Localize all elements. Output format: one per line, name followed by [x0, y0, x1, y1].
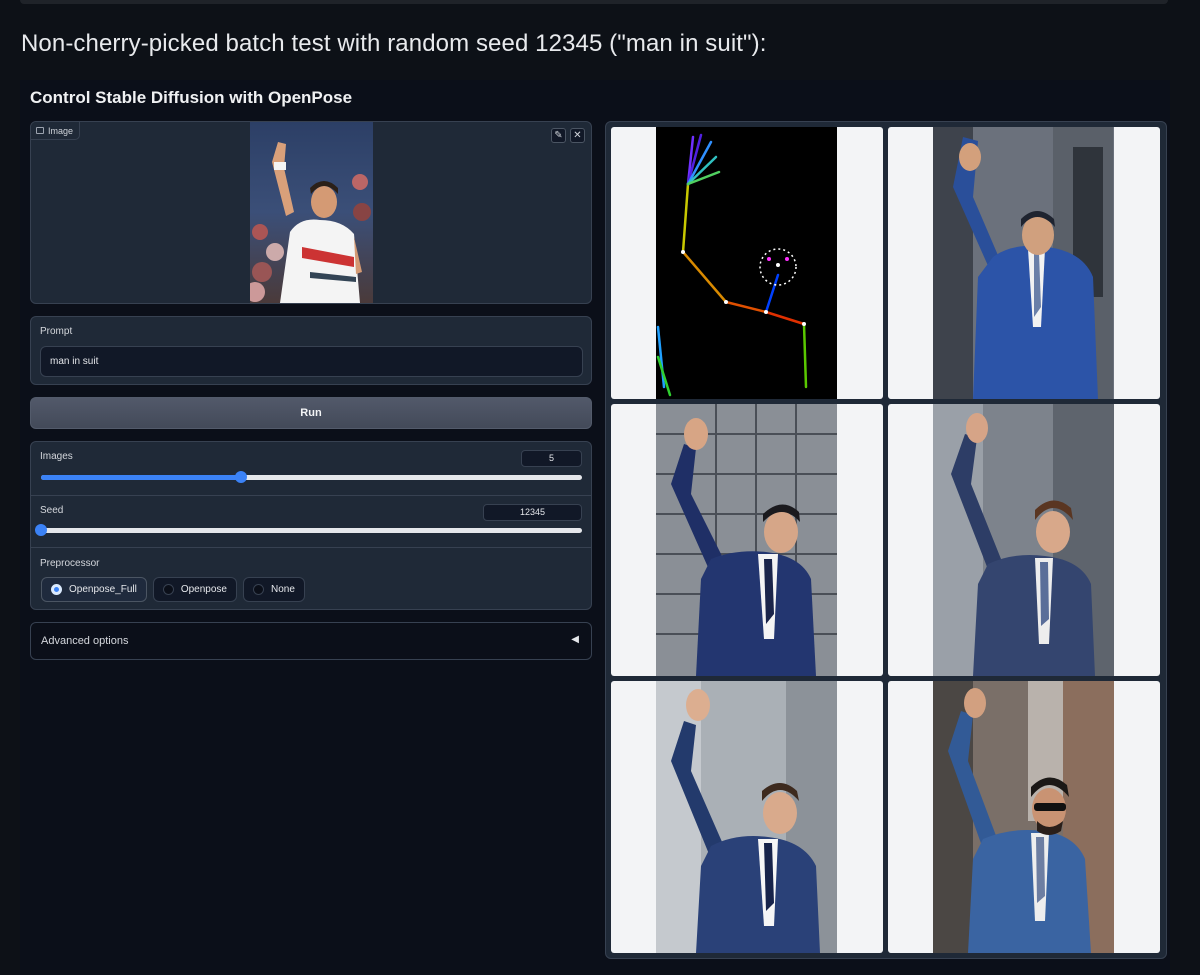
pencil-icon[interactable]: ✎ [551, 128, 566, 143]
image-label: Image [31, 122, 81, 140]
seed-slider-row: Seed 12345 [31, 495, 591, 548]
generated-image-1 [933, 127, 1114, 399]
prompt-label: Prompt [40, 326, 73, 337]
generated-image-4 [656, 681, 837, 953]
image-icon [36, 127, 44, 134]
run-button[interactable]: Run [30, 397, 592, 429]
gallery-item[interactable] [611, 127, 883, 399]
gallery-item[interactable] [611, 681, 883, 953]
radio-dot [162, 584, 174, 595]
radio-dot [51, 584, 62, 595]
advanced-options-label: Advanced options [41, 635, 129, 647]
output-gallery [605, 121, 1167, 959]
image-input[interactable]: Image ✎ ✕ [30, 121, 592, 304]
generated-image-5 [933, 681, 1114, 953]
generated-image-2 [656, 404, 837, 676]
top-strip [20, 0, 1168, 4]
radio-dot [252, 584, 264, 595]
radio-label: Openpose_Full [69, 584, 137, 595]
gallery-item[interactable] [888, 127, 1160, 399]
gradio-app: Control Stable Diffusion with OpenPose I… [20, 80, 1170, 970]
images-label: Images [40, 451, 73, 462]
radio-label: None [270, 584, 295, 595]
close-icon[interactable]: ✕ [570, 128, 585, 143]
generated-image-3 [933, 404, 1114, 676]
gallery-item[interactable] [611, 404, 883, 676]
image-label-text: Image [48, 125, 74, 136]
source-photo [250, 122, 373, 303]
seed-slider-thumb[interactable] [35, 524, 47, 536]
images-slider-thumb[interactable] [235, 471, 248, 483]
radio-none[interactable]: None [242, 577, 305, 602]
prompt-block: Prompt [30, 316, 592, 385]
settings-block: Images 5 Seed 12345 Preprocessor Openpos… [30, 441, 592, 610]
advanced-options-accordion[interactable]: Advanced options ◀ [30, 622, 592, 660]
triangle-left-icon: ◀ [571, 634, 579, 645]
images-slider-fill [41, 475, 242, 480]
radio-openpose-full[interactable]: Openpose_Full [41, 577, 147, 602]
gallery-item[interactable] [888, 681, 1160, 953]
radio-openpose[interactable]: Openpose [152, 577, 237, 602]
images-number-input[interactable]: 5 [521, 450, 582, 467]
prompt-input[interactable] [40, 346, 583, 377]
preprocessor-radio-group: Openpose_Full Openpose None [41, 577, 305, 602]
images-slider[interactable] [41, 471, 582, 483]
openpose-skeleton-image [656, 127, 837, 399]
app-title: Control Stable Diffusion with OpenPose [30, 88, 353, 107]
seed-label: Seed [40, 505, 64, 516]
radio-label: Openpose [180, 584, 227, 595]
page-heading: Non-cherry-picked batch test with random… [21, 30, 767, 57]
seed-number-input[interactable]: 12345 [483, 504, 582, 521]
gallery-item[interactable] [888, 404, 1160, 676]
seed-slider[interactable] [35, 524, 582, 536]
images-slider-row: Images 5 [31, 442, 591, 495]
preprocessor-label: Preprocessor [31, 547, 591, 569]
